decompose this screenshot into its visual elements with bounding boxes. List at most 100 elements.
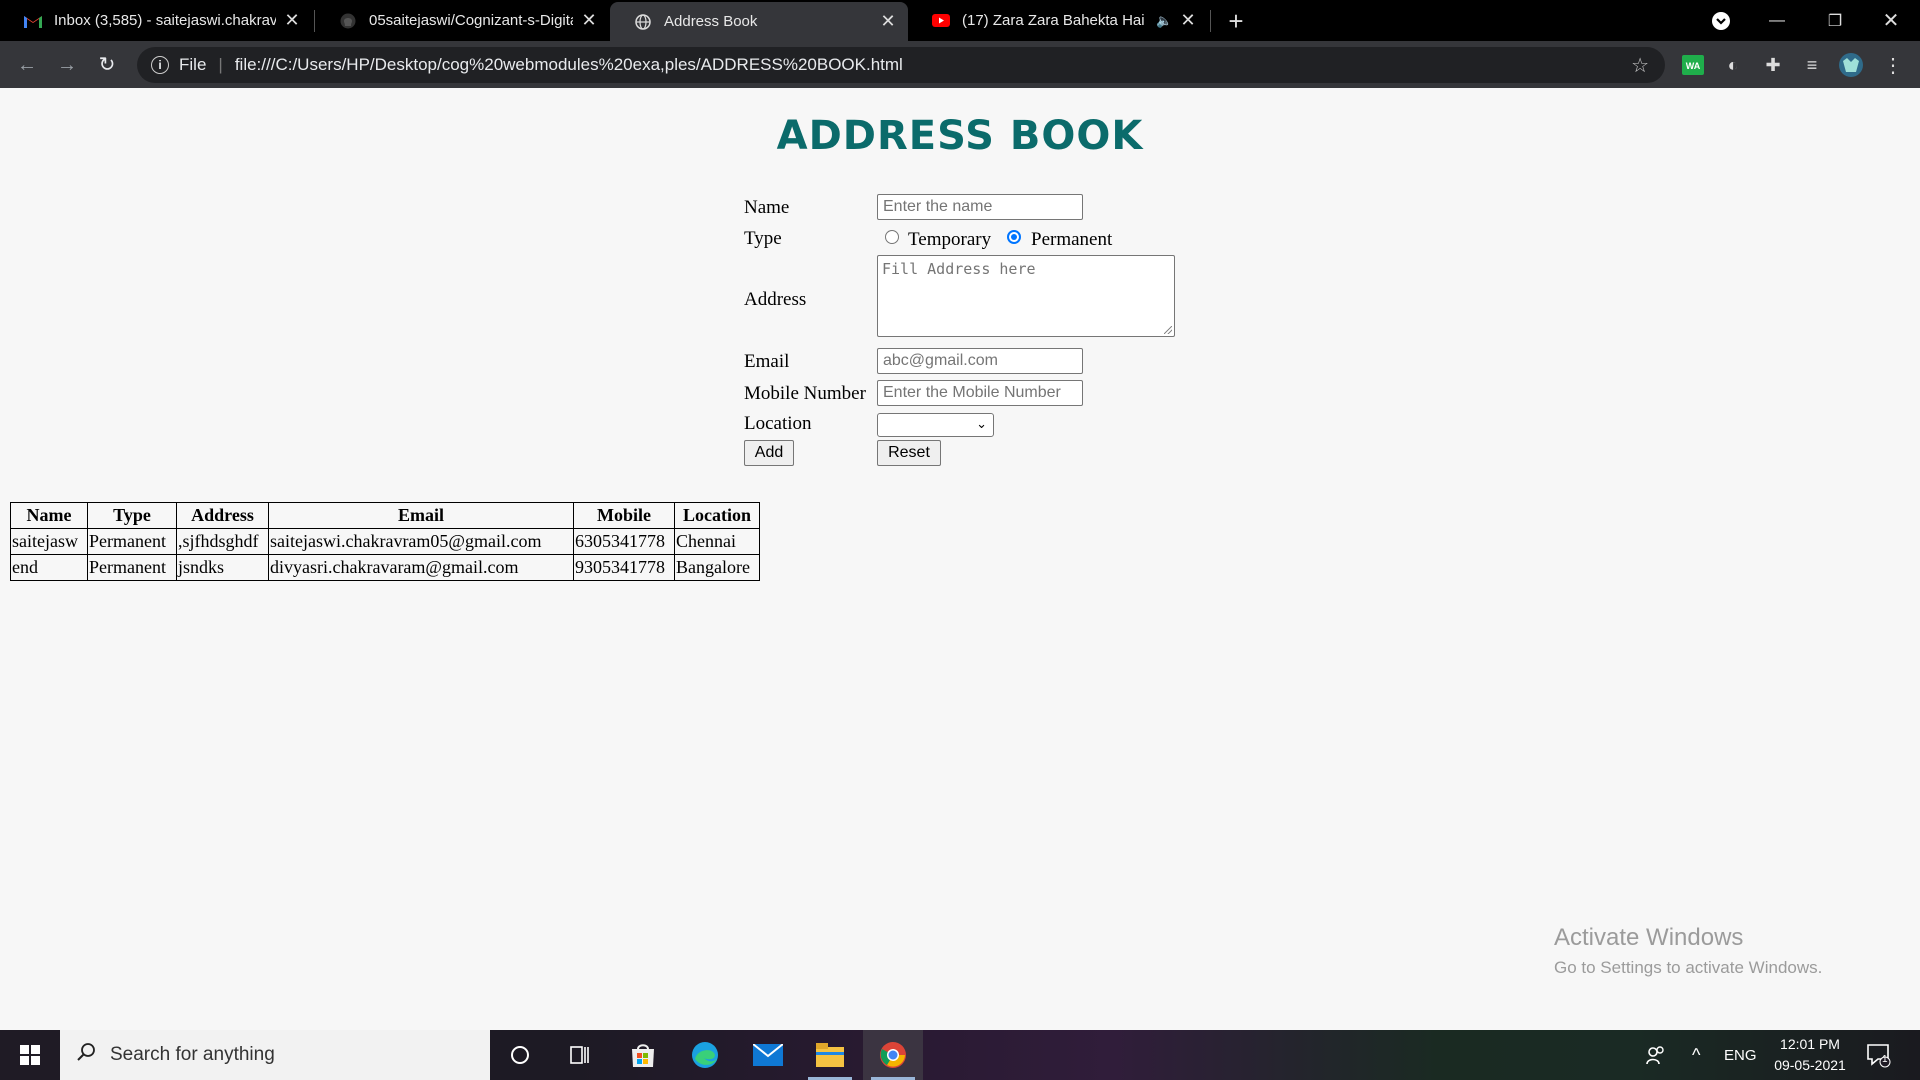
address-textarea[interactable]: Fill Address here <box>877 255 1175 337</box>
cell-location: Bangalore <box>674 554 760 581</box>
address-placeholder: Fill Address here <box>882 260 1036 278</box>
tab-youtube[interactable]: (17) Zara Zara Bahekta Hai | J 🔈 ✕ <box>908 0 1208 41</box>
mail-icon[interactable] <box>738 1030 798 1080</box>
name-input[interactable]: Enter the name <box>877 194 1083 220</box>
info-icon[interactable]: i <box>151 56 169 74</box>
media-control-icon[interactable]: ≡ <box>1799 52 1825 78</box>
location-select[interactable]: ⌄ <box>877 413 994 437</box>
windows-taskbar: Search for anything ^ ENG 12:01 PM 09-05… <box>0 1030 1920 1080</box>
taskbar-clock[interactable]: 12:01 PM 09-05-2021 <box>1760 1034 1860 1076</box>
globe-icon <box>634 13 652 31</box>
page-title: ADDRESS BOOK <box>776 113 1144 159</box>
new-tab-plus-icon[interactable]: + <box>1222 6 1250 37</box>
chevron-down-icon: ⌄ <box>976 416 987 431</box>
reload-icon[interactable]: ↻ <box>94 52 120 78</box>
tab-title: Address Book <box>664 13 758 30</box>
reset-button[interactable]: Reset <box>877 440 941 466</box>
table-header-row: Name Type Address Email Mobile Location <box>10 502 760 529</box>
column-header-mobile: Mobile <box>573 502 675 529</box>
extension-icon[interactable]: ◐ <box>1720 52 1746 78</box>
omnibox[interactable]: i File | file:///C:/Users/HP/Desktop/cog… <box>137 47 1665 83</box>
tab-search-icon[interactable] <box>1692 0 1750 41</box>
table-row: end Permanent jsndks divyasri.chakravara… <box>10 554 760 581</box>
youtube-icon <box>932 12 950 30</box>
menu-kebab-icon[interactable]: ⋮ <box>1880 52 1906 78</box>
email-label: Email <box>744 351 790 372</box>
whatsapp-extension-icon[interactable]: WA <box>1680 52 1706 78</box>
cell-email: divyasri.chakravaram@gmail.com <box>268 554 574 581</box>
radio-temporary-label: Temporary <box>908 229 992 250</box>
type-label: Type <box>744 228 782 249</box>
notification-count: 1 <box>1882 1054 1888 1065</box>
add-button[interactable]: Add <box>744 440 794 466</box>
speaker-icon[interactable]: 🔈 <box>1156 13 1172 29</box>
cell-email: saitejaswi.chakravram05@gmail.com <box>268 528 574 555</box>
restore-icon[interactable]: ❐ <box>1806 0 1864 41</box>
window-close-icon[interactable]: ✕ <box>1862 0 1920 41</box>
url-scheme: File <box>179 55 207 74</box>
column-header-name: Name <box>10 502 88 529</box>
watermark-title: Activate Windows <box>1554 924 1744 951</box>
taskbar-search-box[interactable]: Search for anything <box>60 1030 490 1080</box>
radio-permanent-label: Permanent <box>1031 229 1113 250</box>
tab-title: Inbox (3,585) - saitejaswi.chakrav <box>54 12 276 29</box>
tab-address-book[interactable]: Address Book ✕ <box>610 2 908 41</box>
location-label: Location <box>744 413 812 434</box>
close-icon[interactable]: ✕ <box>581 10 597 31</box>
notification-icon[interactable]: 1 <box>1866 1030 1892 1080</box>
name-label: Name <box>744 197 790 218</box>
url-text[interactable]: file:///C:/Users/HP/Desktop/cog%20webmod… <box>235 55 903 75</box>
clock-time: 12:01 PM <box>1780 1036 1840 1052</box>
edge-browser-icon[interactable] <box>675 1030 735 1080</box>
cell-location: Chennai <box>674 528 760 555</box>
activate-windows-watermark: Activate Windows Go to Settings to activ… <box>1554 924 1822 978</box>
column-header-email: Email <box>268 502 574 529</box>
close-icon[interactable]: ✕ <box>284 10 300 31</box>
search-placeholder: Search for anything <box>110 1044 275 1065</box>
tab-gmail[interactable]: Inbox (3,585) - saitejaswi.chakrav ✕ <box>0 0 312 41</box>
cell-address: jsndks <box>176 554 269 581</box>
tab-divider <box>1210 10 1211 32</box>
people-icon[interactable] <box>1645 1030 1667 1080</box>
radio-temporary[interactable] <box>885 230 899 244</box>
mobile-input[interactable]: Enter the Mobile Number <box>877 380 1083 406</box>
tab-github[interactable]: 05saitejaswi/Cognizant-s-Digital- ✕ <box>315 0 609 41</box>
windows-start-icon[interactable] <box>0 1030 60 1080</box>
chrome-icon[interactable] <box>863 1030 923 1080</box>
svg-text:WA: WA <box>1686 61 1701 71</box>
cell-name: end <box>10 554 88 581</box>
bookmark-star-icon[interactable]: ☆ <box>1631 53 1649 78</box>
profile-avatar-icon[interactable] <box>1838 52 1864 78</box>
address-label: Address <box>744 289 807 310</box>
gmail-icon <box>24 12 42 30</box>
column-header-address: Address <box>176 502 269 529</box>
clock-date: 09-05-2021 <box>1774 1057 1846 1073</box>
language-indicator[interactable]: ENG <box>1724 1030 1757 1080</box>
microsoft-store-icon[interactable] <box>613 1030 673 1080</box>
close-icon[interactable]: ✕ <box>1180 10 1196 31</box>
resize-grip-icon[interactable] <box>1164 326 1172 334</box>
file-explorer-icon[interactable] <box>800 1030 860 1080</box>
cell-mobile: 9305341778 <box>573 554 675 581</box>
close-icon[interactable]: ✕ <box>880 11 896 32</box>
task-view-icon[interactable] <box>550 1030 610 1080</box>
cell-name: saitejasw <box>10 528 88 555</box>
forward-arrow-icon[interactable]: → <box>54 52 80 78</box>
chevron-up-icon[interactable]: ^ <box>1692 1030 1700 1080</box>
table-row: saitejasw Permanent ,sjfhdsghdf saitejas… <box>10 528 760 555</box>
email-input[interactable]: abc@gmail.com <box>877 348 1083 374</box>
browser-tab-bar: Inbox (3,585) - saitejaswi.chakrav ✕ 05s… <box>0 0 1920 41</box>
column-header-location: Location <box>674 502 760 529</box>
cortana-icon[interactable] <box>490 1030 550 1080</box>
url-separator: | <box>218 55 223 74</box>
mobile-label: Mobile Number <box>744 383 866 404</box>
address-table: Name Type Address Email Mobile Location … <box>10 502 760 581</box>
tab-title: 05saitejaswi/Cognizant-s-Digital- <box>369 12 573 29</box>
puzzle-extensions-icon[interactable]: ✚ <box>1760 52 1786 78</box>
column-header-type: Type <box>87 502 177 529</box>
github-icon <box>339 12 357 30</box>
minimize-icon[interactable]: — <box>1748 0 1806 41</box>
cell-type: Permanent <box>87 554 177 581</box>
radio-permanent[interactable] <box>1007 230 1021 244</box>
back-arrow-icon[interactable]: ← <box>14 52 40 78</box>
